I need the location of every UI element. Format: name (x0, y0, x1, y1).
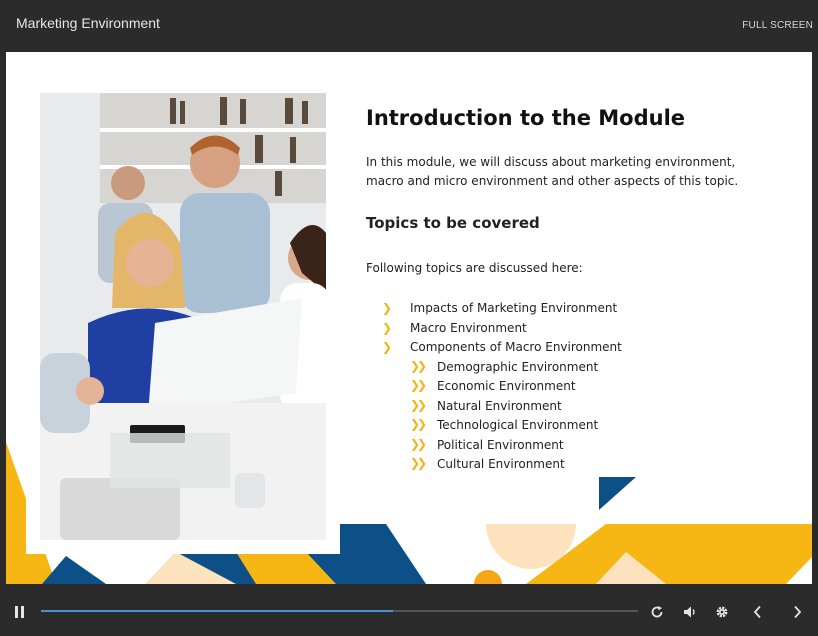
progress-bar[interactable] (41, 610, 638, 612)
replay-icon[interactable] (650, 605, 664, 619)
fullscreen-button[interactable]: FULL SCREEN (742, 20, 813, 31)
topics-heading: Topics to be covered (366, 214, 540, 232)
pause-icon[interactable] (14, 605, 26, 619)
double-chevron-icon: ❯❯ (410, 358, 427, 373)
chevron-right-icon: ❯ (382, 340, 393, 354)
previous-icon[interactable] (752, 605, 764, 619)
settings-icon[interactable] (715, 605, 729, 619)
double-chevron-icon: ❯❯ (410, 378, 427, 392)
double-chevron-icon: ❯❯ (410, 456, 427, 470)
photo-frame (26, 72, 340, 554)
next-icon[interactable] (791, 605, 803, 619)
topics-lead: Following topics are discussed here: (366, 261, 583, 275)
player-controls (0, 588, 818, 636)
title-bar: Marketing Environment FULL SCREEN (0, 0, 818, 50)
slide-heading: Introduction to the Module (366, 106, 686, 130)
office-team-photo (40, 93, 326, 540)
chevron-right-icon: ❯ (382, 301, 393, 315)
double-chevron-icon: ❯❯ (410, 397, 427, 412)
window-title: Marketing Environment (16, 15, 160, 31)
double-chevron-icon: ❯❯ (410, 436, 427, 451)
intro-paragraph: In this module, we will discuss about ma… (366, 155, 739, 188)
volume-icon[interactable] (683, 605, 697, 619)
progress-fill (41, 610, 394, 612)
chevron-right-icon: ❯ (382, 320, 393, 335)
slide-canvas: Introduction to the Module In this modul… (6, 52, 812, 584)
double-chevron-icon: ❯❯ (410, 417, 427, 431)
